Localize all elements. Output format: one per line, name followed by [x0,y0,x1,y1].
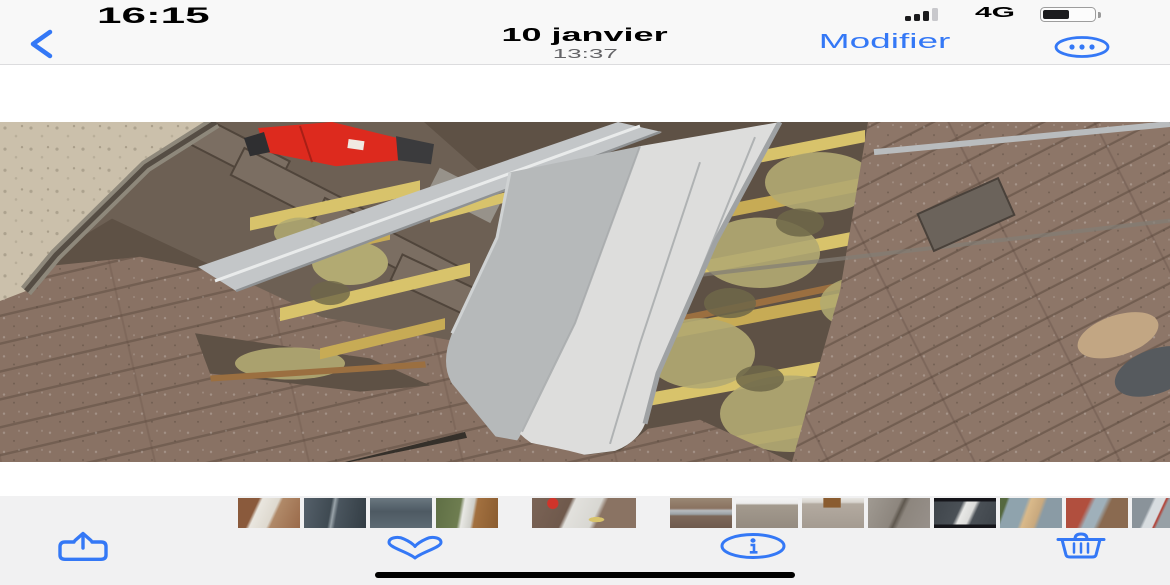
bottom-toolbar [0,496,1170,585]
chevron-left-icon [24,29,58,62]
signal-bar [923,11,929,21]
title-date: 10 janvier [501,25,669,45]
info-circle-icon [718,533,788,562]
share-button[interactable] [52,531,114,564]
battery-cap [1097,12,1101,18]
photos-app-screen: 16:15 4G 10 janvier 13:37 Modifier [0,0,1170,585]
signal-bar [932,8,938,21]
ellipsis-circle-icon [1052,36,1112,61]
share-icon [52,531,114,564]
home-indicator[interactable] [375,572,795,578]
thumbnail-gutter-over-garden[interactable] [436,498,498,528]
edit-button[interactable]: Modifier [795,31,975,54]
thumbnail-slate-roof-silver-edge[interactable] [304,498,366,528]
thumbnail-membrane-on-battens[interactable] [238,498,300,528]
more-options-button[interactable] [1052,36,1112,58]
title-time: 13:37 [552,46,618,61]
photo-date-title: 10 janvier 13:37 [385,26,785,60]
network-type-label: 4G [975,4,1016,21]
thumbnail-grey-roof-white-sky[interactable] [736,498,798,528]
info-button[interactable] [718,533,788,562]
trash-icon [1050,532,1112,562]
battery-icon [1040,7,1101,22]
thumbnail-red-and-grey-roof[interactable] [1066,498,1128,528]
heart-icon [382,535,448,564]
signal-strength-icon [905,8,938,21]
signal-bar [914,14,920,21]
thumbnail-tiled-roof-gutter[interactable] [670,498,732,528]
signal-bar [905,16,911,21]
thumbnail-grey-roof-slab[interactable] [868,498,930,528]
battery-fill [1043,10,1069,19]
thumbnail-dark-roof-white-membrane[interactable] [934,498,996,528]
status-time: 16:15 [97,3,210,28]
photo-viewer[interactable] [0,122,1170,462]
top-bar: 16:15 4G 10 janvier 13:37 Modifier [0,0,1170,65]
favorite-button[interactable] [382,535,448,564]
thumbnail-roof-with-chimney-box[interactable] [802,498,864,528]
back-button[interactable] [24,29,58,59]
thumbnail-metal-roof-panels[interactable] [370,498,432,528]
thumbnail-ridge-with-mortar[interactable] [1000,498,1062,528]
thumbnail-roof-opening-membrane-current[interactable] [532,498,636,528]
thumbnail-strip [238,498,1170,528]
thumbnail-roofs-with-windows[interactable] [1132,498,1170,528]
roof-photo [0,122,1170,462]
delete-button[interactable] [1050,531,1112,562]
